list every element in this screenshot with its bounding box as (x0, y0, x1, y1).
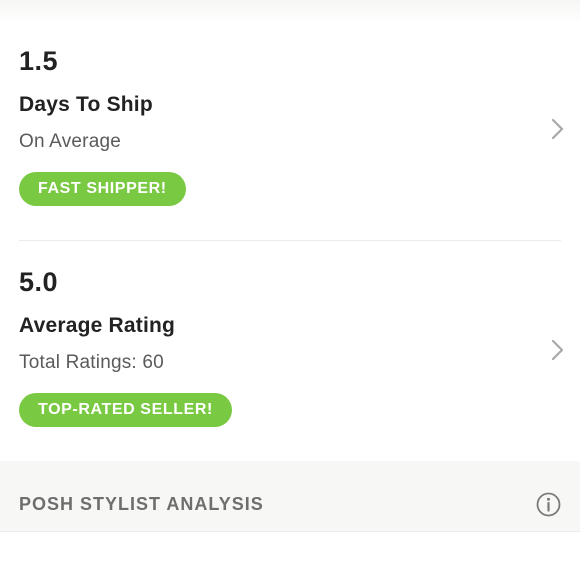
days-to-ship-title: Days To Ship (19, 93, 153, 116)
info-icon[interactable] (536, 492, 561, 517)
stylist-analysis-content (0, 531, 580, 580)
total-ratings-text: Total Ratings: 60 (19, 352, 164, 373)
top-rated-seller-badge: TOP-RATED SELLER! (19, 393, 232, 427)
days-to-ship-subtitle: On Average (19, 131, 122, 152)
days-to-ship-row[interactable]: 1.5 Days To Ship On Average FAST SHIPPER… (0, 0, 580, 240)
section-title: POSH STYLIST ANALYSIS (19, 494, 264, 514)
chevron-right-icon[interactable] (550, 118, 566, 140)
average-rating-value: 5.0 (19, 267, 59, 297)
seller-stats-page: 1.5 Days To Ship On Average FAST SHIPPER… (0, 0, 580, 580)
average-rating-row[interactable]: 5.0 Average Rating Total Ratings: 60 TOP… (0, 241, 580, 461)
fast-shipper-badge: FAST SHIPPER! (19, 172, 186, 206)
posh-stylist-analysis-header: POSH STYLIST ANALYSIS (0, 461, 580, 531)
days-to-ship-value: 1.5 (19, 46, 59, 76)
chevron-right-icon[interactable] (550, 339, 566, 361)
average-rating-title: Average Rating (19, 314, 176, 337)
